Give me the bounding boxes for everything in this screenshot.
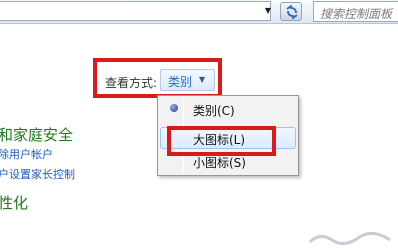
category-title-personalization[interactable]: 性化 [0, 192, 28, 213]
address-bar: ▼ 搜索控制面板 [0, 0, 398, 24]
search-input[interactable]: 搜索控制面板 [313, 1, 398, 22]
refresh-button[interactable] [280, 2, 302, 21]
category-title-family-safety[interactable]: 和家庭安全 [0, 124, 73, 145]
menu-item-label: 类别(C) [193, 104, 235, 118]
refresh-icon [286, 5, 298, 19]
search-placeholder: 搜索控制面板 [320, 7, 393, 21]
view-by-highlight-box [93, 58, 222, 98]
menu-item-category[interactable]: 类别(C) [160, 98, 296, 120]
radio-selected-icon [170, 104, 178, 112]
category-link-remove-account[interactable]: 除用户帐户 [0, 146, 53, 162]
menu-item-label: 小图标(S) [193, 156, 246, 170]
chevron-down-icon[interactable]: ▼ [262, 2, 274, 20]
large-icons-highlight-box [167, 126, 276, 156]
category-link-parental-controls[interactable]: 户设置家长控制 [0, 166, 75, 182]
address-field[interactable] [0, 1, 271, 21]
watermark-logo [300, 228, 398, 248]
